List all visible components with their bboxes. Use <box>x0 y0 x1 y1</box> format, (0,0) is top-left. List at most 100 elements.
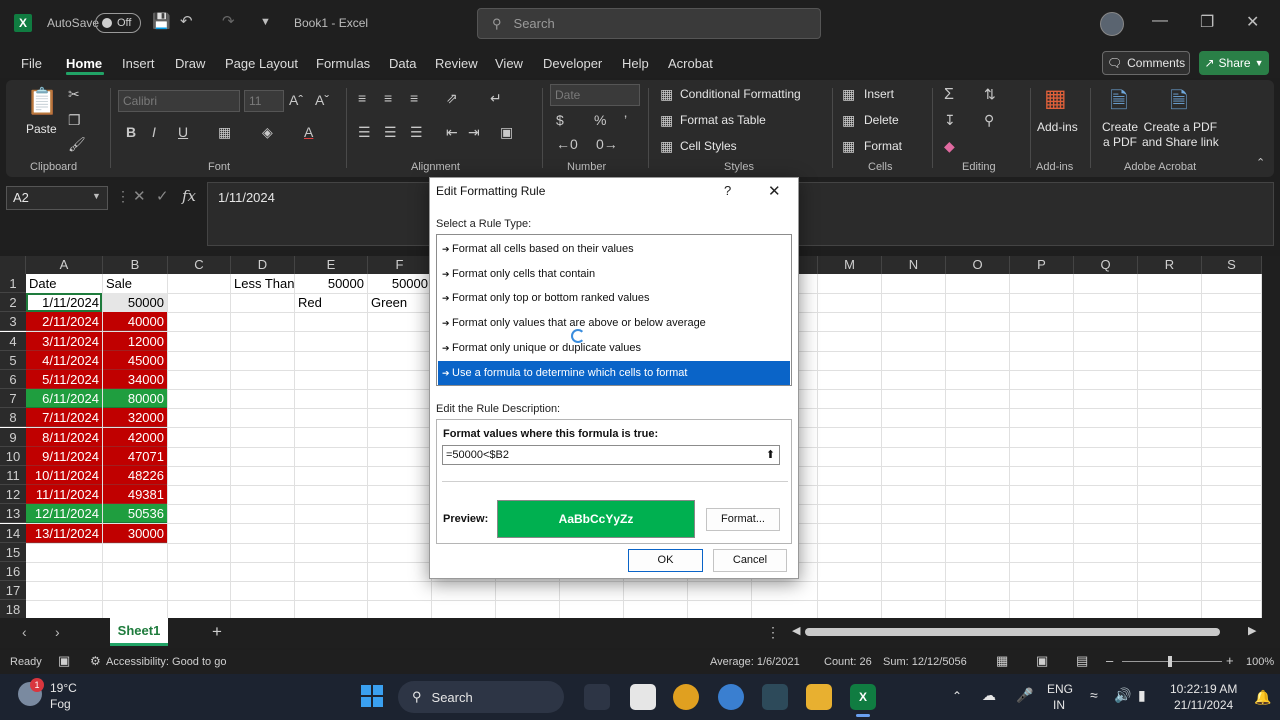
column-header-f[interactable]: F <box>368 256 432 274</box>
microphone-icon[interactable]: 🎤 <box>1016 687 1033 704</box>
rule-type-item[interactable]: ➔ Format all cells based on their values <box>438 237 790 261</box>
volume-icon[interactable]: 🔊 <box>1114 687 1131 704</box>
row-header-13[interactable]: 13 <box>0 504 26 524</box>
row-header-3[interactable]: 3 <box>0 312 26 332</box>
column-header-a[interactable]: A <box>26 256 103 274</box>
sheet-tab-sheet1[interactable]: Sheet1 <box>110 618 168 646</box>
row-header-7[interactable]: 7 <box>0 389 26 409</box>
prev-sheet-icon[interactable]: ‹ <box>22 624 27 640</box>
row-header-16[interactable]: 16 <box>0 562 26 581</box>
file-explorer-icon[interactable] <box>806 684 832 710</box>
tab-data[interactable]: Data <box>389 56 416 71</box>
cell-b11[interactable]: 48226 <box>103 466 167 485</box>
cancel-button[interactable]: Cancel <box>713 549 787 572</box>
increase-font-icon[interactable]: Aˆ <box>289 92 303 108</box>
format-painter-icon[interactable]: 🖌 <box>68 136 86 153</box>
zoom-out-icon[interactable]: – <box>1106 653 1113 668</box>
row-header-2[interactable]: 2 <box>0 293 26 313</box>
comma-style-icon[interactable]: ’ <box>624 112 627 128</box>
help-icon[interactable]: ? <box>724 183 731 198</box>
decrease-font-icon[interactable]: Aˇ <box>315 92 329 108</box>
font-size-select[interactable]: 11 <box>244 90 284 112</box>
row-header-1[interactable]: 1 <box>0 274 26 293</box>
cell-a6[interactable]: 5/11/2024 <box>26 370 102 389</box>
cell-a14[interactable]: 13/11/2024 <box>26 523 102 543</box>
increase-decimal-icon[interactable]: ←0 <box>556 136 578 152</box>
bold-icon[interactable]: B <box>126 124 136 140</box>
zoom-in-icon[interactable]: + <box>1226 653 1234 668</box>
align-middle-icon[interactable]: ≡ <box>384 90 392 106</box>
fill-color-icon[interactable]: ◈ <box>262 124 273 141</box>
create-pdf-button[interactable]: Create a PDF <box>1102 120 1138 150</box>
rule-type-item[interactable]: ➔ Format only unique or duplicate values <box>438 336 790 360</box>
rule-type-item[interactable]: ➔ Format only cells that contain <box>438 262 790 286</box>
scroll-left-icon[interactable]: ◀ <box>792 624 800 637</box>
column-header-b[interactable]: B <box>103 256 168 274</box>
widgets-icon[interactable] <box>584 684 610 710</box>
cell-d1[interactable]: Less Than <box>231 274 294 293</box>
chevron-down-icon[interactable]: ▼ <box>92 191 101 201</box>
cell-e1[interactable]: 50000 <box>295 274 367 293</box>
zoom-level[interactable]: 100% <box>1246 656 1274 668</box>
cell-a11[interactable]: 10/11/2024 <box>26 466 102 485</box>
tab-home[interactable]: Home <box>66 56 102 71</box>
cell-b2[interactable]: 50000 <box>103 293 167 313</box>
search-input[interactable]: ⚲ Search <box>477 8 821 39</box>
align-left-icon[interactable]: ☰ <box>358 124 371 141</box>
page-break-view-icon[interactable]: ▤ <box>1076 653 1088 669</box>
row-header-18[interactable]: 18 <box>0 600 26 620</box>
sort-filter-icon[interactable]: ⇅ <box>984 86 996 103</box>
autosave-toggle[interactable]: Off <box>95 13 141 33</box>
scroll-right-icon[interactable]: ▶ <box>1248 624 1256 637</box>
close-icon[interactable]: ✕ <box>768 182 781 200</box>
column-header-o[interactable]: O <box>946 256 1010 274</box>
row-header-4[interactable]: 4 <box>0 331 26 351</box>
decrease-indent-icon[interactable]: ⇤ <box>446 124 458 141</box>
tab-page-layout[interactable]: Page Layout <box>225 56 298 71</box>
autosum-icon[interactable]: Σ <box>944 86 954 104</box>
language-code[interactable]: ENG <box>1047 682 1073 696</box>
task-view-icon[interactable] <box>630 684 656 710</box>
horizontal-scrollbar[interactable] <box>805 628 1220 636</box>
cell-b6[interactable]: 34000 <box>103 370 167 389</box>
row-header-9[interactable]: 9 <box>0 427 26 447</box>
underline-icon[interactable]: U <box>178 124 188 140</box>
zoom-slider-thumb[interactable] <box>1168 656 1172 667</box>
formula-field[interactable]: =50000<$B2 <box>442 445 780 465</box>
cancel-entry-icon[interactable]: ✕ <box>133 187 146 205</box>
cell-f1[interactable]: 50000 <box>368 274 431 293</box>
format-button[interactable]: Format... <box>706 508 780 531</box>
align-center-icon[interactable]: ☰ <box>384 124 397 141</box>
create-share-pdf-icon[interactable]: 🗎 <box>1170 84 1188 122</box>
wrap-text-icon[interactable]: ↵ <box>490 90 502 107</box>
rule-type-item[interactable]: ➔ Use a formula to determine which cells… <box>438 360 790 385</box>
cell-a4[interactable]: 3/11/2024 <box>26 331 102 351</box>
insert-function-icon[interactable]: fx <box>182 187 196 205</box>
normal-view-icon[interactable]: ▦ <box>996 653 1008 669</box>
delete-cells-button[interactable]: Delete <box>864 113 899 127</box>
format-as-table-button[interactable]: Format as Table <box>680 113 766 127</box>
align-top-icon[interactable]: ≡ <box>358 90 366 106</box>
paste-button[interactable]: Paste <box>26 122 57 136</box>
merge-center-icon[interactable]: ▣ <box>500 124 513 141</box>
cell-a13[interactable]: 12/11/2024 <box>26 504 102 524</box>
app-icon[interactable] <box>762 684 788 710</box>
cell-a8[interactable]: 7/11/2024 <box>26 408 102 428</box>
tab-formulas[interactable]: Formulas <box>316 56 370 71</box>
tab-insert[interactable]: Insert <box>122 56 155 71</box>
insert-cells-button[interactable]: Insert <box>864 87 894 101</box>
italic-icon[interactable]: I <box>152 124 156 140</box>
add-sheet-icon[interactable]: + <box>212 622 222 642</box>
customize-toolbar-icon[interactable]: ▼ <box>260 16 271 28</box>
close-icon[interactable]: ✕ <box>1246 12 1259 32</box>
onedrive-icon[interactable]: ☁ <box>982 687 996 704</box>
column-header-e[interactable]: E <box>295 256 368 274</box>
tab-view[interactable]: View <box>495 56 523 71</box>
column-header-r[interactable]: R <box>1138 256 1202 274</box>
row-header-8[interactable]: 8 <box>0 408 26 428</box>
cell-b12[interactable]: 49381 <box>103 485 167 505</box>
row-header-10[interactable]: 10 <box>0 446 26 466</box>
cell-a5[interactable]: 4/11/2024 <box>26 350 102 370</box>
tab-developer[interactable]: Developer <box>543 56 602 71</box>
cell-a9[interactable]: 8/11/2024 <box>26 427 102 447</box>
